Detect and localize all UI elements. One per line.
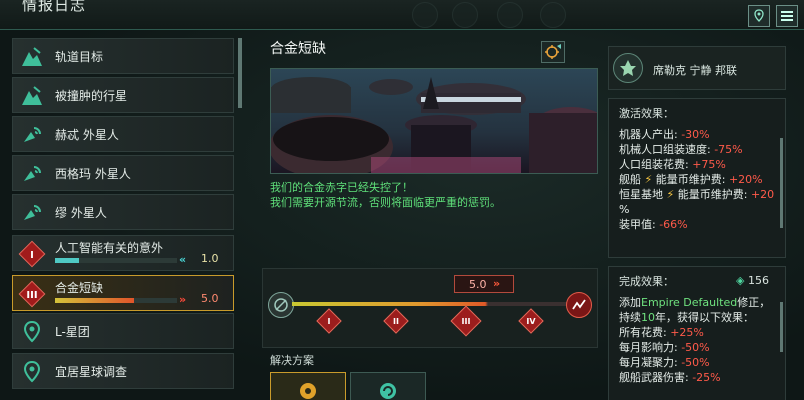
effect-line: 人口组装花费: +75% [619,158,726,171]
active-effects-box: 激活效果： 机器人产出: -30% 机械人口组装速度: -75% 人口组装花费:… [608,98,786,258]
list-item-mu-alien[interactable]: 缪 外星人 [12,194,234,230]
ghost-icon [540,2,566,28]
progress-indicator: 5.0 » [454,275,514,293]
effect-line: 持续10年，获得以下效果： [619,311,754,324]
list-item-label: 西格玛 外星人 [55,167,131,181]
camera-target-icon [545,44,561,59]
solution-icon [380,383,396,399]
svg-text:I: I [30,250,34,261]
event-illustration [270,68,598,174]
progress-value: 1.0 [201,252,219,265]
complete-scrollbar[interactable] [780,302,783,352]
map-pin-icon [754,9,764,22]
list-item-label: 被撞肿的行星 [55,89,128,103]
progress-value: 5.0 [469,278,487,291]
badge-value: 156 [747,274,769,287]
progress-bar [55,298,177,303]
camera-button[interactable] [541,41,565,63]
effect-line: 每月凝聚力: -50% [619,356,710,369]
location-pin-icon [17,317,47,347]
ghost-text [514,378,517,389]
map-pin-button[interactable] [748,5,770,27]
end-stage-icon [566,292,592,318]
energy-icon: ⚡ [644,173,653,186]
list-item-bruised-planet[interactable]: 被撞肿的行星 [12,77,234,113]
header-bar: 情报日志 [0,0,804,30]
location-pin-icon [17,357,47,387]
trend-up-icon: » [493,277,501,290]
list-item-label: L-星团 [55,325,90,339]
effect-line-cont: % [619,203,630,216]
trend-up-icon: » [179,293,187,306]
list-item-label: 轨道目标 [55,50,104,64]
list-item-habitable-survey[interactable]: 宜居星球调查 [12,353,234,389]
ghost-icon [452,2,478,28]
page-title: 情报日志 [22,0,87,14]
situation-list: 轨道目标 被撞肿的行星 赫忒 外星人 西格玛 外星人 缪 外星人 I 人工智能有… [12,36,236,400]
effect-line: 机械人口组装速度: -75% [619,143,743,156]
solution-icon [300,383,316,399]
list-item-alloy-shortage[interactable]: III 合金短缺 » 5.0 [12,275,234,311]
ghost-icon [412,2,438,28]
list-item-hete-alien[interactable]: 赫忒 外星人 [12,116,234,152]
solution-button[interactable] [350,372,426,400]
progress-track [292,302,568,306]
effect-line: 添加Empire Defaulted修正， [619,296,771,309]
progress-value: 5.0 [201,292,219,305]
description-line: 我们的合金赤字已经失控了！ [270,181,413,194]
list-item-label: 缪 外星人 [55,206,107,220]
description-line: 我们需要开源节流，否则将面临更严重的惩罚。 [270,196,501,209]
solutions-label: 解决方案 [270,354,314,367]
gem-icon: ◈ [736,274,745,287]
ghost-icon [497,2,523,28]
svg-text:III: III [26,290,37,301]
faction-name: 席勒克 宁静 邦联 [653,64,737,77]
list-item-orbital-target[interactable]: 轨道目标 [12,38,234,74]
list-item-ai-accident[interactable]: I 人工智能有关的意外 « 1.0 [12,235,234,271]
crisis-diamond-icon: III [17,279,47,309]
effect-line: 每月影响力: -50% [619,341,710,354]
progress-bar [55,258,177,263]
menu-icon [781,11,793,21]
menu-button[interactable] [776,5,798,27]
start-stage-icon [268,292,294,318]
crisis-diamond-icon: I [17,239,47,269]
list-item-l-cluster[interactable]: L-星团 [12,313,234,349]
faction-emblem-icon [613,53,643,83]
effect-line: 机器人产出: -30% [619,128,710,141]
faction-card[interactable]: 席勒克 宁静 邦联 [608,46,786,90]
trend-down-icon: « [179,253,187,266]
effect-line: 恒星基地 ⚡ 能量币维护费: +20 [619,188,775,201]
energy-icon: ⚡ [666,188,675,201]
dig-site-icon [17,81,47,111]
list-item-sigma-alien[interactable]: 西格玛 外星人 [12,155,234,191]
list-item-label: 合金短缺 [55,281,104,295]
effects-scrollbar[interactable] [780,138,783,228]
list-item-label: 宜居星球调查 [55,365,128,379]
effect-line: 舰船武器伤害: -25% [619,371,721,384]
effect-line: 装甲值: -66% [619,218,688,231]
signal-dish-icon [17,159,47,189]
list-scrollbar[interactable] [238,38,242,108]
situation-title: 合金短缺 [270,41,326,57]
signal-dish-icon [17,198,47,228]
solution-button[interactable] [270,372,346,400]
effect-line: 所有花费: +25% [619,326,704,339]
badge-count: ◈ 156 [736,274,769,287]
progress-panel [262,268,598,348]
active-effects-title: 激活效果： [619,107,674,120]
list-item-label: 赫忒 外星人 [55,128,119,142]
list-item-label: 人工智能有关的意外 [55,241,164,255]
signal-dish-icon [17,120,47,150]
dig-site-icon [17,42,47,72]
effect-line: 舰船 ⚡ 能量币维护费: +20% [619,173,763,186]
situation-description: 我们的合金赤字已经失控了！ 我们需要开源节流，否则将面临更严重的惩罚。 [270,180,501,210]
